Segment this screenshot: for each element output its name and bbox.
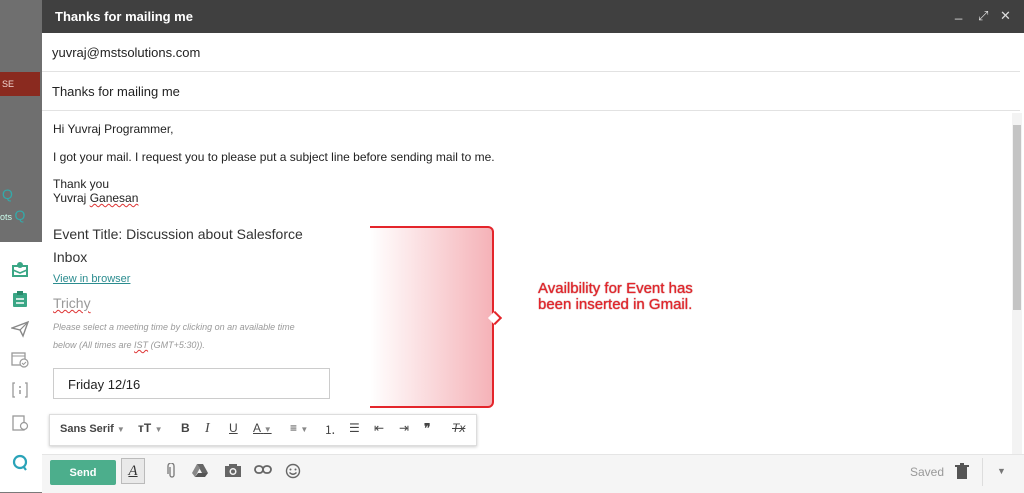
annotation-bracket [370, 226, 494, 408]
event-folder: Inbox [53, 249, 88, 265]
send-plane-icon[interactable] [9, 318, 31, 340]
more-options-chevron-down-icon[interactable]: ▼ [997, 466, 1006, 476]
clear-format-icon[interactable]: Tx [452, 421, 465, 435]
inbox-badge-icon[interactable] [9, 258, 31, 280]
calendar-check-icon[interactable] [9, 348, 31, 370]
italic-button[interactable]: I [205, 421, 210, 437]
scrollbar[interactable] [1012, 113, 1022, 455]
popout-button[interactable]: ⤢ [978, 8, 988, 24]
emoji-icon[interactable] [285, 463, 301, 482]
camera-icon[interactable] [224, 463, 242, 481]
trash-icon[interactable] [955, 463, 969, 482]
body-text: I got your mail. I request you to please… [53, 150, 495, 164]
font-size-select[interactable]: тT ▼ [138, 421, 162, 435]
addon-sidebar [0, 242, 43, 492]
divider [982, 458, 983, 486]
subject-text: Thanks for mailing me [52, 84, 180, 99]
event-location: Trichy [53, 295, 91, 311]
date-option-box[interactable]: Friday 12/16 [53, 368, 330, 399]
event-title: Event Title: Discussion about Salesforce [53, 226, 303, 242]
drive-icon[interactable] [192, 463, 208, 481]
minimize-button[interactable]: _ [955, 5, 962, 20]
compose-bottom-bar: Send A Saved ▼ [42, 454, 1024, 493]
quote-icon[interactable]: ❞ [424, 421, 430, 435]
greeting-text: Hi Yuvraj Programmer, [53, 122, 174, 136]
text-color-button[interactable]: A ▼ [253, 421, 272, 435]
bold-button[interactable]: B [181, 421, 190, 435]
attach-icon[interactable] [166, 462, 178, 482]
indent-less-icon[interactable]: ⇤ [374, 421, 384, 435]
signature-name: Yuvraj Ganesan [53, 191, 139, 205]
indent-more-icon[interactable]: ⇥ [399, 421, 409, 435]
compose-title: Thanks for mailing me [55, 9, 193, 24]
subject-field[interactable]: Thanks for mailing me [42, 72, 1020, 111]
view-in-browser-link[interactable]: View in browser [53, 273, 130, 285]
document-edit-icon[interactable] [9, 412, 31, 434]
background-button: SE [0, 72, 40, 96]
underline-button[interactable]: U [229, 421, 238, 435]
close-button[interactable]: ✕ [1000, 8, 1011, 24]
align-button[interactable]: ≡ ▼ [290, 421, 308, 435]
saved-status: Saved [910, 465, 945, 479]
bracket-info-icon[interactable] [9, 379, 31, 401]
scroll-thumb[interactable] [1013, 125, 1021, 310]
instruction-line-1: Please select a meeting time by clicking… [53, 322, 295, 332]
formatting-toggle-button[interactable]: A [121, 458, 145, 484]
clipboard-icon[interactable] [9, 288, 31, 310]
annotation-text: Availbility for Event has been inserted … [538, 280, 693, 313]
background-q-icon: Q [2, 186, 13, 202]
instruction-line-2: below (All times are IST (GMT+5:30)). [53, 340, 205, 350]
send-button[interactable]: Send [50, 460, 116, 485]
date-option-text: Friday 12/16 [68, 377, 141, 392]
font-family-select[interactable]: Sans Serif ▼ [60, 423, 125, 435]
numbered-list-icon[interactable]: ⒈ [324, 421, 336, 438]
background-side-text: ots Q [0, 207, 26, 223]
compose-titlebar: Thanks for mailing me _ ⤢ ✕ [42, 0, 1024, 33]
to-recipient: yuvraj@mstsolutions.com [52, 45, 201, 60]
compose-window: Thanks for mailing me _ ⤢ ✕ yuvraj@mstso… [42, 0, 1024, 493]
signoff-text: Thank you [53, 177, 110, 191]
message-body[interactable]: Hi Yuvraj Programmer, I got your mail. I… [42, 111, 1012, 456]
link-icon[interactable] [254, 463, 272, 479]
bulleted-list-icon[interactable]: ☰ [349, 421, 360, 435]
format-toolbar: Sans Serif ▼ тT ▼ B I U A ▼ ≡ ▼ ⒈ ☰ ⇤ ⇥ … [49, 414, 477, 446]
to-field[interactable]: yuvraj@mstsolutions.com [42, 33, 1020, 72]
q-logo-icon[interactable] [9, 452, 31, 474]
